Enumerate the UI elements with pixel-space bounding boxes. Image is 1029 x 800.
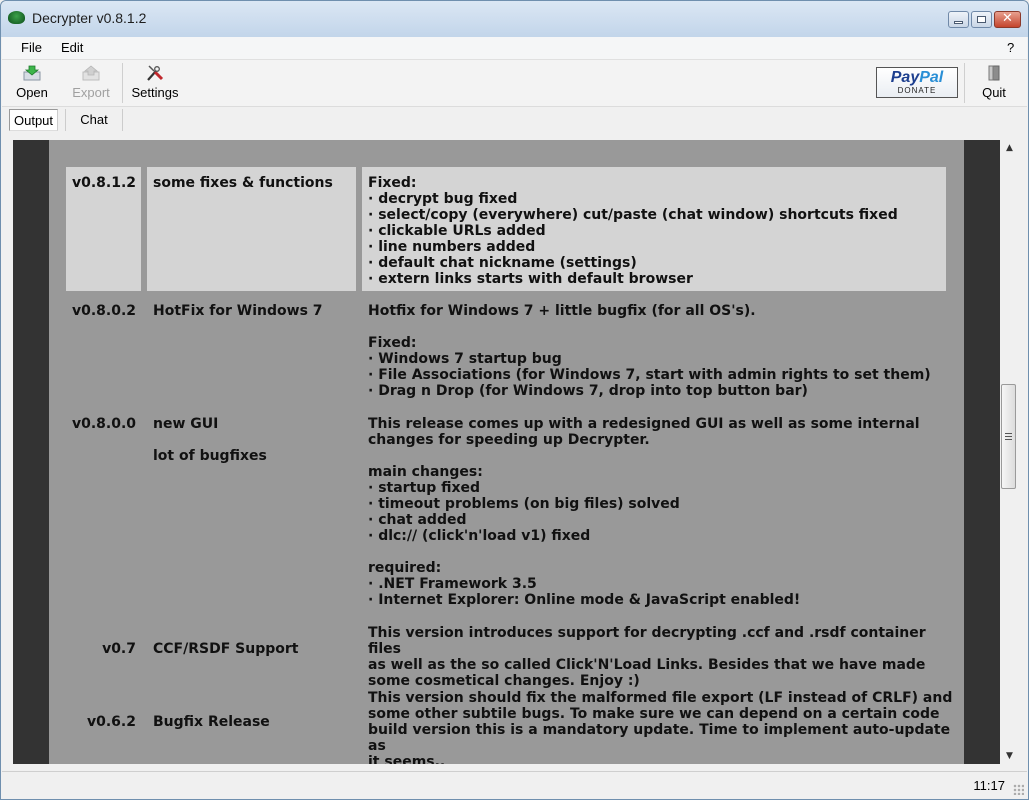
quit-label: Quit bbox=[982, 85, 1006, 100]
app-window: Decrypter v0.8.1.2 ✕ File Edit ? Open Ex… bbox=[0, 0, 1029, 800]
scroll-down-button[interactable]: ▼ bbox=[1000, 748, 1019, 764]
quit-door-icon bbox=[988, 65, 1000, 81]
scroll-grip-icon bbox=[1005, 433, 1012, 440]
entry-version: v0.8.0.0 bbox=[71, 416, 136, 432]
left-margin bbox=[13, 140, 49, 764]
entry-description: This version should fix the malformed fi… bbox=[368, 690, 953, 764]
status-clock: 11:17 bbox=[973, 778, 1005, 793]
maximize-button[interactable] bbox=[971, 11, 992, 28]
tab-chat[interactable]: Chat bbox=[65, 109, 123, 131]
entry-title-main: new GUI bbox=[153, 416, 219, 432]
paypal-donate-button[interactable]: PayPal DONATE bbox=[876, 67, 958, 98]
quit-button[interactable]: Quit bbox=[974, 60, 1014, 106]
settings-button[interactable]: Settings bbox=[128, 60, 182, 106]
open-button[interactable]: Open bbox=[9, 60, 55, 106]
entry-title: some fixes & functions bbox=[153, 175, 333, 191]
menu-edit[interactable]: Edit bbox=[61, 40, 83, 55]
app-icon bbox=[8, 11, 25, 24]
window-title: Decrypter v0.8.1.2 bbox=[32, 10, 147, 26]
menu-bar: File Edit ? bbox=[2, 37, 1027, 60]
settings-icon bbox=[147, 65, 164, 81]
scroll-down-icon: ▼ bbox=[1006, 751, 1013, 761]
tab-output[interactable]: Output bbox=[9, 109, 59, 131]
paypal-donate-label: DONATE bbox=[897, 86, 937, 95]
minimize-button[interactable] bbox=[948, 11, 969, 28]
toolbar: Open Export Settings PayPal DONATE Quit bbox=[2, 60, 1027, 107]
export-button[interactable]: Export bbox=[64, 60, 118, 106]
scroll-up-button[interactable]: ▲ bbox=[1000, 140, 1019, 156]
open-icon bbox=[23, 65, 41, 81]
changelog-entry: v0.8.1.2 some fixes & functions Fixed: ·… bbox=[49, 167, 964, 291]
entry-title: new GUI lot of bugfixes bbox=[153, 416, 363, 464]
scroll-up-icon: ▲ bbox=[1006, 143, 1013, 153]
entry-description: This version introduces support for decr… bbox=[368, 625, 926, 689]
maximize-icon bbox=[977, 16, 986, 23]
export-label: Export bbox=[72, 85, 110, 100]
scroll-thumb[interactable] bbox=[1001, 384, 1016, 489]
entry-version: v0.8.1.2 bbox=[71, 175, 136, 191]
entry-description: Fixed: · decrypt bug fixed · select/copy… bbox=[368, 175, 898, 287]
entry-title: HotFix for Windows 7 bbox=[153, 303, 323, 319]
status-bar: 11:17 bbox=[2, 771, 1027, 798]
tab-bar: Output Chat bbox=[2, 107, 1027, 133]
close-button[interactable]: ✕ bbox=[994, 11, 1021, 28]
entry-subtitle: lot of bugfixes bbox=[153, 448, 267, 464]
export-icon bbox=[82, 65, 100, 81]
entry-description: This release comes up with a redesigned … bbox=[368, 416, 920, 608]
entry-description: Hotfix for Windows 7 + little bugfix (fo… bbox=[368, 303, 931, 399]
toolbar-separator bbox=[964, 63, 965, 103]
entry-title: Bugfix Release bbox=[153, 714, 270, 730]
entry-version: v0.6.2 bbox=[87, 714, 136, 730]
paypal-logo: PayPal bbox=[890, 69, 944, 86]
open-label: Open bbox=[16, 85, 48, 100]
entry-version: v0.7 bbox=[102, 641, 136, 657]
resize-grip-icon[interactable] bbox=[1013, 784, 1024, 795]
menu-help[interactable]: ? bbox=[1007, 40, 1014, 55]
close-icon: ✕ bbox=[1002, 11, 1013, 26]
settings-label: Settings bbox=[131, 85, 179, 100]
minimize-icon bbox=[954, 21, 963, 24]
vertical-scrollbar[interactable]: ▲ ▼ bbox=[1000, 140, 1019, 764]
entry-version: v0.8.0.2 bbox=[71, 303, 136, 319]
menu-file[interactable]: File bbox=[21, 40, 42, 55]
title-bar[interactable]: Decrypter v0.8.1.2 ✕ bbox=[1, 1, 1028, 37]
right-margin bbox=[964, 140, 1000, 764]
entry-title: CCF/RSDF Support bbox=[153, 641, 299, 657]
output-panel: v0.8.1.2 some fixes & functions Fixed: ·… bbox=[13, 140, 1000, 764]
toolbar-separator bbox=[122, 63, 123, 103]
